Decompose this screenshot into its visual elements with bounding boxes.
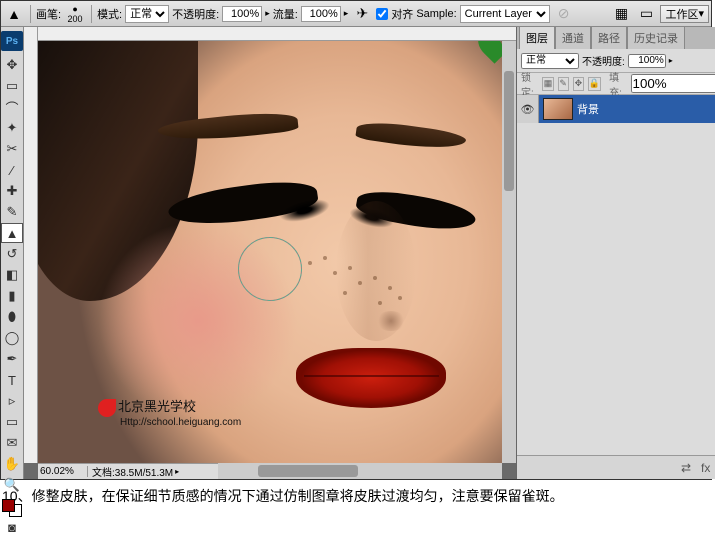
move-tool[interactable]: ✥ xyxy=(1,55,23,75)
eraser-tool[interactable]: ◧ xyxy=(1,265,23,285)
healing-tool[interactable]: ✚ xyxy=(1,181,23,201)
layer-blend-select[interactable]: 正常 xyxy=(521,53,579,69)
opacity-label: 不透明度: xyxy=(172,6,219,22)
panels-area: 图层 通道 路径 历史记录 × 正常 不透明度: ▸ 锁定: ▦ ✎ ✥ 🔒 填… xyxy=(516,27,715,479)
gradient-tool[interactable]: ▮ xyxy=(1,286,23,306)
clone-stamp-tool-icon[interactable]: ▲ xyxy=(3,3,25,25)
tab-channels[interactable]: 通道 xyxy=(555,26,591,49)
layer-opacity-input[interactable] xyxy=(628,54,666,68)
path-tool[interactable]: ▹ xyxy=(1,391,23,411)
layer-row[interactable]: 👁 背景 🔒 xyxy=(517,95,715,123)
fill-input[interactable] xyxy=(631,74,715,93)
pen-tool[interactable]: ✒ xyxy=(1,349,23,369)
history-brush-tool[interactable]: ↺ xyxy=(1,244,23,264)
blend-mode-select[interactable]: 正常 xyxy=(125,5,169,23)
wand-tool[interactable]: ✦ xyxy=(1,118,23,138)
scrollbar-vertical[interactable] xyxy=(502,41,516,463)
layer-thumbnail[interactable] xyxy=(543,98,573,120)
layer-name: 背景 xyxy=(577,101,599,117)
watermark: 北京黑光学校 Http://school.heiguang.com xyxy=(98,396,241,428)
layer-panel-buttons: ⇄ fx ▣ ◐ 🗀 ▤ 🗑 xyxy=(517,455,715,479)
canvas-area: 北京黑光学校 Http://school.heiguang.com 60.02%… xyxy=(24,27,516,479)
screen-mode-icon[interactable]: ▭ xyxy=(635,3,657,25)
blur-tool[interactable]: ⬮ xyxy=(1,307,23,327)
hand-tool[interactable]: ✋ xyxy=(1,454,23,474)
layer-style-icon[interactable]: fx xyxy=(701,461,710,475)
lock-position-icon[interactable]: ✥ xyxy=(573,77,584,91)
zoom-tool[interactable]: 🔍 xyxy=(1,475,23,495)
tutorial-caption: 10、修整皮肤，在保证细节质感的情况下通过仿制图章将皮肤过渡均匀，注意要保留雀斑… xyxy=(0,480,715,513)
zoom-level[interactable]: 60.02% xyxy=(38,466,88,477)
ruler-vertical[interactable] xyxy=(24,27,38,463)
color-swatch[interactable] xyxy=(2,499,22,517)
brush-tool[interactable]: ✎ xyxy=(1,202,23,222)
panel-tabs: 图层 通道 路径 历史记录 × xyxy=(517,27,715,49)
opacity-input[interactable] xyxy=(222,6,262,22)
link-layers-icon[interactable]: ⇄ xyxy=(681,461,691,475)
status-bar: 60.02% 文档:38.5M/51.3M ▸ xyxy=(38,463,218,479)
marquee-tool[interactable]: ▭ xyxy=(1,76,23,96)
lasso-tool[interactable]: ⌒ xyxy=(1,97,23,117)
layer-lock-row: 锁定: ▦ ✎ ✥ 🔒 填充: ▸ xyxy=(517,73,715,95)
tab-layers[interactable]: 图层 xyxy=(519,26,555,49)
layer-list: 👁 背景 🔒 xyxy=(517,95,715,455)
layer-opacity-label: 不透明度: xyxy=(582,53,625,68)
ignore-adj-icon[interactable]: ⊘ xyxy=(553,3,575,25)
brush-cursor xyxy=(238,237,302,301)
tab-history[interactable]: 历史记录 xyxy=(627,26,685,49)
lock-label: 锁定: xyxy=(521,69,538,99)
options-bar: ▲ 画笔: ●200 模式: 正常 不透明度: ▸ 流量: ▸ ✈ 对齐 Sam… xyxy=(1,1,711,27)
ruler-horizontal[interactable] xyxy=(38,27,516,41)
aligned-checkbox[interactable] xyxy=(376,8,388,20)
view-extras-icon[interactable]: ▦ xyxy=(610,3,632,25)
document-info[interactable]: 文档:38.5M/51.3M xyxy=(88,464,173,479)
tool-palette: Ps ✥ ▭ ⌒ ✦ ✂ ⁄ ✚ ✎ ▲ ↺ ◧ ▮ ⬮ ◯ ✒ T ▹ ▭ ✉… xyxy=(1,27,24,479)
ps-logo-icon: Ps xyxy=(1,31,23,51)
brush-preview-icon[interactable]: ●200 xyxy=(64,3,86,25)
flow-input[interactable] xyxy=(301,6,341,22)
quickmask-toggle[interactable]: ◙ xyxy=(1,517,23,537)
shape-tool[interactable]: ▭ xyxy=(1,412,23,432)
workspace-button[interactable]: 工作区 ▾ xyxy=(660,5,709,23)
watermark-logo-icon xyxy=(98,399,116,417)
mode-label: 模式: xyxy=(97,6,122,22)
aligned-label: 对齐 xyxy=(391,6,413,22)
type-tool[interactable]: T xyxy=(1,370,23,390)
fill-label: 填充: xyxy=(609,69,626,99)
lock-transparency-icon[interactable]: ▦ xyxy=(542,77,553,91)
tab-paths[interactable]: 路径 xyxy=(591,26,627,49)
airbrush-icon[interactable]: ✈ xyxy=(351,3,373,25)
visibility-icon[interactable]: 👁 xyxy=(517,95,539,123)
notes-tool[interactable]: ✉ xyxy=(1,433,23,453)
dodge-tool[interactable]: ◯ xyxy=(1,328,23,348)
lock-pixels-icon[interactable]: ✎ xyxy=(558,77,569,91)
flow-label: 流量: xyxy=(273,6,298,22)
sample-select[interactable]: Current Layer xyxy=(460,5,550,23)
photoshop-window: ▲ 画笔: ●200 模式: 正常 不透明度: ▸ 流量: ▸ ✈ 对齐 Sam… xyxy=(0,0,712,480)
scrollbar-horizontal[interactable] xyxy=(218,463,502,479)
crop-tool[interactable]: ✂ xyxy=(1,139,23,159)
clone-stamp-tool[interactable]: ▲ xyxy=(1,223,23,243)
document-canvas[interactable]: 北京黑光学校 Http://school.heiguang.com xyxy=(38,41,516,463)
lock-all-icon[interactable]: 🔒 xyxy=(588,77,601,91)
sample-label: Sample: xyxy=(416,8,456,20)
eyedropper-tool[interactable]: ⁄ xyxy=(1,160,23,180)
brush-label: 画笔: xyxy=(36,6,61,22)
